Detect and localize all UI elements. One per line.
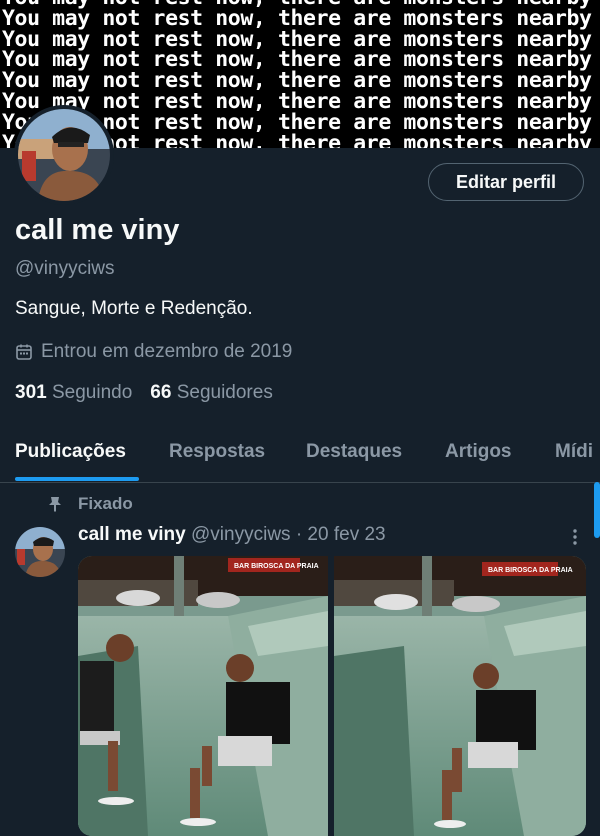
post-date[interactable]: · 20 fev 23 [296,524,386,545]
post-author-handle[interactable]: @vinyyciws [191,524,291,545]
following-label: Seguindo [51,382,133,403]
tab-media[interactable]: Mídi [555,441,593,463]
tab-highlights[interactable]: Destaques [306,441,402,463]
photo-1: BAR BIROSCA DA PRAIA [78,556,328,836]
profile-name: call me viny [15,214,180,246]
media-sign-text: BAR BIROSCA DA PRAIA [234,563,319,570]
profile-avatar[interactable] [14,105,114,205]
scrollbar-thumb[interactable] [594,482,600,538]
profile-tabs: Publicações Respostas Destaques Artigos … [0,425,600,483]
photo-2: BAR BIROSCA DA PRAIA [334,556,586,836]
followers-count: 66 [150,382,172,403]
tab-articles[interactable]: Artigos [445,441,512,463]
profile-bio: Sangue, Morte e Redenção. [15,298,253,319]
following-count: 301 [15,382,47,403]
tab-posts[interactable]: Publicações [15,441,126,463]
follow-stats: 301 Seguindo 66 Seguidores [15,382,273,404]
post-author-name[interactable]: call me viny [78,524,186,545]
pinned-label: Fixado [78,494,133,513]
post-media[interactable]: BAR BIROSCA DA PRAIA BAR BIROSCA DA PRAI… [78,556,586,836]
post-author-avatar[interactable] [15,527,65,577]
avatar-photo [15,527,65,577]
joined-text: Entrou em dezembro de 2019 [41,341,293,362]
pinned-indicator: Fixado [48,494,133,514]
joined-date: Entrou em dezembro de 2019 [15,341,292,363]
pin-icon [49,497,61,512]
post-header: call me viny @vinyyciws · 20 fev 23 [78,524,386,546]
calendar-icon [16,344,32,360]
following-link[interactable]: 301 Seguindo [15,382,132,403]
active-tab-indicator [15,477,139,481]
followers-link[interactable]: 66 Seguidores [150,382,273,403]
post-photos: BAR BIROSCA DA PRAIA BAR BIROSCA DA PRAI… [78,556,586,836]
media-sign-text: BAR BIROSCA DA PRAIA [488,567,573,574]
avatar-photo [18,109,110,201]
profile-handle: @vinyyciws [15,258,115,279]
edit-profile-button[interactable]: Editar perfil [428,163,584,201]
more-options-icon[interactable] [566,528,584,546]
tab-replies[interactable]: Respostas [169,441,265,463]
followers-label: Seguidores [176,382,273,403]
